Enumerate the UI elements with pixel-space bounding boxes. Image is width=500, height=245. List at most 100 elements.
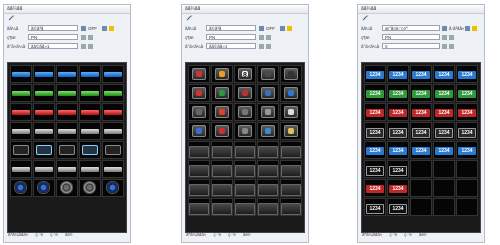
footer-item[interactable]: ãªã¼ããã«: [186, 232, 206, 237]
numeric-display[interactable]: 1234: [364, 160, 386, 178]
icon-part[interactable]: [234, 84, 256, 102]
icon-part[interactable]: [234, 103, 256, 121]
numeric-display[interactable]: 1234: [456, 122, 478, 140]
settings-icon[interactable]: [88, 35, 93, 40]
numeric-display[interactable]: 1234: [410, 141, 432, 159]
part-select[interactable]: ã©ã³ã: [28, 25, 78, 31]
button-part[interactable]: [234, 198, 256, 216]
lamp-part[interactable]: [33, 65, 55, 83]
button-part[interactable]: [280, 141, 302, 159]
copy-icon[interactable]: [259, 35, 264, 40]
lamp-part[interactable]: [10, 103, 32, 121]
lamp-part[interactable]: [56, 122, 78, 140]
footer-item[interactable]: åé¤: [65, 232, 73, 237]
lamp-part[interactable]: [33, 103, 55, 121]
numeric-display[interactable]: [456, 160, 478, 178]
lamp-part[interactable]: [10, 122, 32, 140]
button-part[interactable]: [257, 160, 279, 178]
numeric-display[interactable]: 1234: [387, 122, 409, 140]
round-lamp-part[interactable]: [102, 179, 124, 197]
lamp-part[interactable]: [33, 84, 55, 102]
color-swatch-icon[interactable]: [442, 26, 447, 31]
numeric-display[interactable]: 1234: [387, 141, 409, 159]
footer-item[interactable]: åé¤: [419, 232, 427, 237]
numeric-display[interactable]: [433, 179, 455, 197]
folder-icon[interactable]: [472, 26, 477, 31]
icon-part[interactable]: [188, 84, 210, 102]
numeric-display[interactable]: 1234: [364, 84, 386, 102]
numeric-display[interactable]: 1234: [364, 122, 386, 140]
round-lamp-part[interactable]: [56, 179, 78, 197]
numeric-display[interactable]: [410, 160, 432, 178]
button-part[interactable]: [280, 179, 302, 197]
copy-icon[interactable]: [442, 44, 447, 49]
lamp-part[interactable]: [79, 160, 101, 178]
footer-item[interactable]: ç·¨é: [228, 232, 236, 237]
button-part[interactable]: [211, 179, 233, 197]
lamp-part[interactable]: [33, 122, 55, 140]
part-select[interactable]: ã©ã³ã: [206, 25, 256, 31]
button-part[interactable]: [257, 141, 279, 159]
numeric-display[interactable]: 1234: [387, 65, 409, 83]
numeric-display[interactable]: 1234: [456, 84, 478, 102]
numeric-display[interactable]: [433, 198, 455, 216]
numeric-display[interactable]: 1234: [433, 122, 455, 140]
settings-icon[interactable]: [88, 44, 93, 49]
numeric-display[interactable]: 1234: [410, 103, 432, 121]
icon-part[interactable]: [280, 103, 302, 121]
numeric-display[interactable]: [410, 198, 432, 216]
button-part[interactable]: [188, 141, 210, 159]
numeric-display[interactable]: 1234: [387, 160, 409, 178]
lamp-part[interactable]: [102, 84, 124, 102]
button-part[interactable]: [257, 198, 279, 216]
numeric-display[interactable]: [433, 160, 455, 178]
lamp-part[interactable]: [102, 103, 124, 121]
button-part[interactable]: [257, 179, 279, 197]
lock-icon[interactable]: [280, 26, 285, 31]
numeric-display[interactable]: 1234: [456, 103, 478, 121]
button-part[interactable]: [280, 160, 302, 178]
numeric-display[interactable]: 1234: [364, 179, 386, 197]
numeric-display[interactable]: 1234: [387, 198, 409, 216]
button-part[interactable]: [280, 198, 302, 216]
button-part[interactable]: [188, 179, 210, 197]
button-part[interactable]: [234, 179, 256, 197]
footer-item[interactable]: ç·¨é: [213, 232, 221, 237]
icon-part[interactable]: 8: [234, 65, 256, 83]
numeric-display[interactable]: 1234: [433, 103, 455, 121]
numeric-display[interactable]: 1234: [456, 141, 478, 159]
button-part[interactable]: [211, 160, 233, 178]
frame-part[interactable]: [10, 141, 32, 159]
copy-icon[interactable]: [259, 44, 264, 49]
lock-icon[interactable]: [465, 26, 470, 31]
settings-icon[interactable]: [449, 44, 454, 49]
frame-part[interactable]: [56, 141, 78, 159]
round-lamp-part[interactable]: [33, 179, 55, 197]
icon-part[interactable]: [188, 122, 210, 140]
lamp-part[interactable]: [102, 122, 124, 140]
round-lamp-part[interactable]: [10, 179, 32, 197]
copy-icon[interactable]: [81, 35, 86, 40]
icon-part[interactable]: [211, 65, 233, 83]
round-lamp-part[interactable]: [79, 179, 101, 197]
footer-item[interactable]: ç·¨é: [389, 232, 397, 237]
button-part[interactable]: [211, 141, 233, 159]
button-part[interactable]: [188, 198, 210, 216]
lamp-part[interactable]: [79, 103, 101, 121]
lamp-part[interactable]: [79, 65, 101, 83]
icon-part[interactable]: [257, 65, 279, 83]
numeric-display[interactable]: 1234: [433, 65, 455, 83]
button-part[interactable]: [188, 160, 210, 178]
icon-part[interactable]: [211, 84, 233, 102]
numeric-display[interactable]: 1234: [387, 179, 409, 197]
group-select[interactable]: ãã©ãã»1: [28, 43, 78, 49]
icon-part[interactable]: [257, 84, 279, 102]
icon-part[interactable]: [280, 84, 302, 102]
part-select[interactable]: æ°å¤è¡¨ç¤º: [382, 25, 440, 31]
numeric-display[interactable]: 1234: [410, 84, 432, 102]
numeric-display[interactable]: [456, 179, 478, 197]
lamp-part[interactable]: [56, 84, 78, 102]
numeric-display[interactable]: 1234: [433, 141, 455, 159]
lamp-part[interactable]: [56, 160, 78, 178]
footer-item[interactable]: ç·¨é: [50, 232, 58, 237]
